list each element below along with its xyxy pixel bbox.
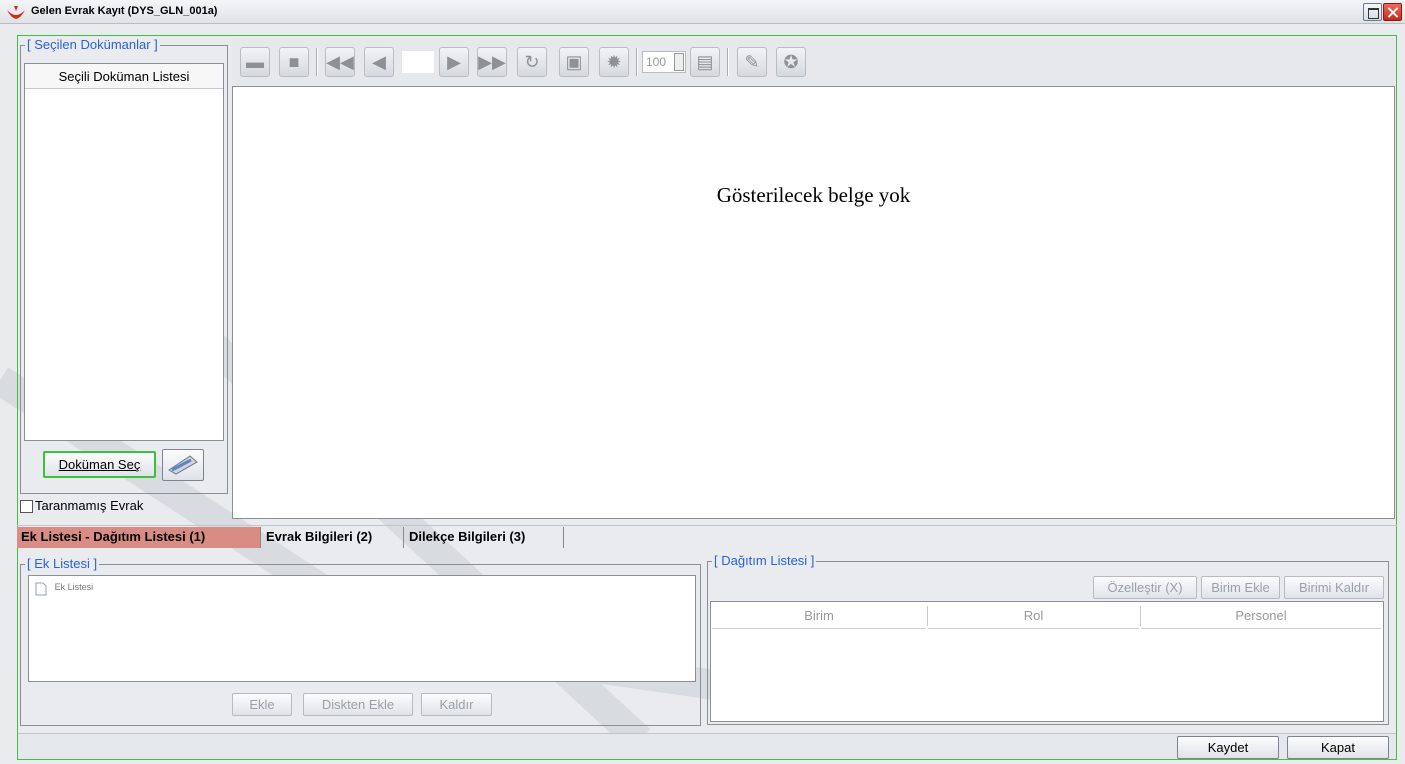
add-unit-button[interactable]: Birim Ekle: [1201, 576, 1280, 599]
remove-unit-button[interactable]: Birimi Kaldır: [1284, 576, 1384, 599]
tree-root-item[interactable]: Ek Listesi: [35, 582, 93, 596]
fit-button[interactable]: ▣: [559, 47, 589, 77]
group-title: [ Ek Listesi ]: [25, 556, 100, 571]
gear-icon: ✹: [606, 51, 622, 72]
tree-root-label: Ek Listesi: [54, 582, 94, 592]
select-document-button[interactable]: Doküman Seç: [43, 451, 156, 478]
list-header: Seçili Doküman Listesi: [25, 64, 223, 89]
fit-icon: ▣: [565, 51, 583, 72]
page-field[interactable]: [402, 51, 434, 73]
first-page-button[interactable]: ◀◀: [325, 47, 355, 77]
edit-icon: ✎: [744, 51, 760, 72]
column-header-unit[interactable]: Birim: [712, 603, 926, 629]
scanner-button[interactable]: [162, 449, 204, 481]
save-button[interactable]: Kaydet: [1177, 736, 1279, 759]
tab-petition-info[interactable]: Dilekçe Bilgileri (3): [405, 527, 564, 548]
print-button[interactable]: ▤: [690, 47, 720, 77]
tab-document-info[interactable]: Evrak Bilgileri (2): [262, 527, 404, 548]
close-window-button[interactable]: [1383, 3, 1402, 21]
empty-viewer-message: Gösterilecek belge yok: [716, 183, 911, 207]
tab-attachments-distribution[interactable]: Ek Listesi - Dağıtım Listesi (1): [17, 527, 261, 548]
add-from-disk-button[interactable]: Diskten Ekle: [303, 693, 413, 716]
group-title: [ Seçilen Dokümanlar ]: [25, 37, 160, 52]
zoom-value: 100: [646, 55, 667, 69]
sign-button[interactable]: ✎: [737, 47, 767, 77]
attachment-tree[interactable]: Ek Listesi: [28, 575, 696, 682]
document-viewer[interactable]: Gösterilecek belge yok: [232, 86, 1395, 519]
double-right-icon: ▶▶: [478, 51, 506, 72]
selected-document-list[interactable]: Seçili Doküman Listesi: [24, 63, 224, 441]
settings-button[interactable]: ✹: [599, 47, 629, 77]
open-button[interactable]: ▬: [240, 47, 270, 77]
right-icon: ▶: [447, 51, 461, 72]
add-button[interactable]: Ekle: [232, 693, 292, 716]
printer-icon: ▤: [696, 51, 714, 72]
rotate-icon: ↻: [524, 51, 540, 72]
customize-button[interactable]: Özelleştir (X): [1093, 576, 1197, 599]
unscanned-label: Taranmamış Evrak: [35, 498, 144, 513]
remove-button[interactable]: Kaldır: [421, 693, 492, 716]
double-left-icon: ◀◀: [326, 51, 354, 72]
certificate-button[interactable]: ✪: [776, 47, 806, 77]
close-button[interactable]: Kapat: [1287, 736, 1389, 759]
disk-icon: ■: [288, 51, 300, 72]
zoom-input[interactable]: 100: [642, 51, 686, 73]
title-bar: Gelen Evrak Kayıt (DYS_GLN_001a): [0, 0, 1405, 24]
last-page-button[interactable]: ▶▶: [477, 47, 507, 77]
prev-page-button[interactable]: ◀: [364, 47, 394, 77]
save-doc-button[interactable]: ■: [279, 47, 309, 77]
column-header-personnel[interactable]: Personel: [1141, 603, 1381, 629]
document-icon: [35, 582, 47, 596]
app-logo-icon: [7, 6, 25, 19]
zoom-spinner[interactable]: [674, 53, 684, 71]
scanner-icon: [168, 455, 198, 475]
ribbon-icon: ✪: [783, 51, 799, 72]
maximize-button[interactable]: [1363, 3, 1382, 21]
column-header-role[interactable]: Rol: [928, 603, 1139, 629]
group-title: [ Dağıtım Listesi ]: [712, 553, 817, 568]
left-icon: ◀: [372, 51, 386, 72]
next-page-button[interactable]: ▶: [439, 47, 469, 77]
unscanned-checkbox[interactable]: [20, 500, 33, 513]
viewer-toolbar: ▬ ■ ◀◀ ◀ ▶ ▶▶ ↻ ▣ ✹ 100 ▤ ✎ ✪: [232, 38, 1395, 86]
rotate-button[interactable]: ↻: [517, 47, 547, 77]
folder-icon: ▬: [246, 51, 264, 72]
window-title: Gelen Evrak Kayıt (DYS_GLN_001a): [31, 5, 218, 17]
